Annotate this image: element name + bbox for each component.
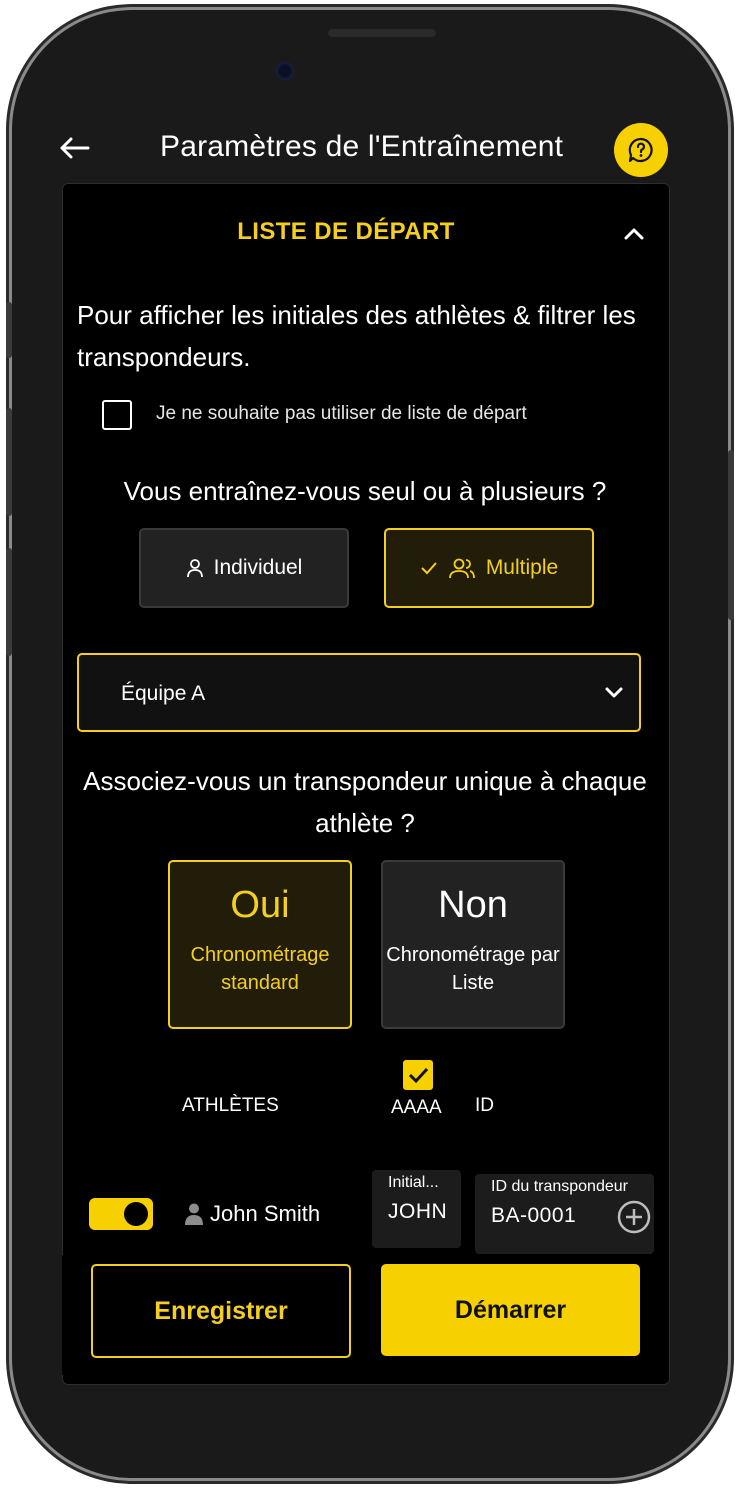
save-button[interactable]: Enregistrer [91, 1264, 351, 1358]
multiple-button[interactable]: Multiple [384, 528, 594, 608]
oui-subtitle: Chronométrage standard [190, 944, 330, 994]
initials-field-label: Initial... [388, 1174, 439, 1191]
chevron-down-icon [603, 683, 625, 706]
volume-up-button [6, 408, 12, 516]
athlete-enabled-toggle[interactable] [89, 1198, 153, 1230]
no-start-list-checkbox[interactable] [102, 400, 132, 430]
initials-field-value: JOHN [388, 1200, 448, 1223]
user-icon [186, 559, 203, 578]
team-select[interactable]: Équipe A [77, 653, 641, 732]
non-title: Non [438, 884, 508, 926]
help-button[interactable] [614, 123, 668, 177]
arrow-left-icon [60, 137, 90, 159]
back-button[interactable] [60, 132, 90, 166]
power-button [728, 450, 734, 620]
collapse-section-button[interactable] [620, 220, 648, 253]
toggle-knob [124, 1202, 148, 1226]
intro-text: Pour afficher les initiales des athlètes… [77, 300, 636, 372]
individual-label: Individuel [213, 556, 303, 579]
athletes-column-header: ATHLÈTES [182, 1095, 279, 1116]
check-icon [421, 562, 437, 575]
person-icon [184, 1202, 204, 1231]
start-button[interactable]: Démarrer [381, 1264, 640, 1356]
transponder-field-label: ID du transpondeur [491, 1178, 628, 1195]
speaker-grille [328, 29, 436, 37]
oui-option-card[interactable]: Oui Chronométrage standard [168, 860, 352, 1029]
transponder-field-value: BA-0001 [491, 1204, 577, 1227]
mute-switch [6, 302, 12, 358]
transponder-id-field[interactable]: ID du transpondeur BA-0001 [475, 1174, 654, 1254]
section-title: LISTE DE DÉPART [237, 218, 455, 245]
no-start-list-label: Je ne souhaite pas utiliser de liste de … [156, 403, 527, 424]
chevron-up-icon [624, 228, 644, 240]
training-mode-question: Vous entraînez-vous seul ou à plusieurs … [123, 476, 607, 506]
non-option-card[interactable]: Non Chronométrage par Liste [381, 860, 565, 1029]
athlete-name: John Smith [210, 1201, 321, 1226]
oui-title: Oui [230, 884, 290, 926]
transponder-question: Associez-vous un transpondeur unique à c… [83, 766, 647, 838]
non-subtitle: Chronométrage par Liste [386, 944, 560, 994]
page-title: Paramètres de l'Entraînement [160, 130, 564, 163]
initials-column-checkbox[interactable] [403, 1060, 433, 1090]
multiple-label: Multiple [485, 556, 559, 579]
id-column-header: ID [475, 1095, 494, 1116]
checkmark-icon [408, 1067, 429, 1084]
front-camera [276, 62, 294, 80]
group-users-icon [448, 558, 475, 579]
individual-button[interactable]: Individuel [139, 528, 349, 608]
help-chat-icon [628, 137, 653, 163]
volume-down-button [6, 548, 12, 656]
team-select-value: Équipe A [121, 682, 206, 705]
initials-column-header: AAAA [391, 1097, 442, 1118]
initials-field[interactable]: Initial... JOHN [372, 1170, 461, 1248]
add-circle-icon[interactable] [616, 1199, 652, 1240]
